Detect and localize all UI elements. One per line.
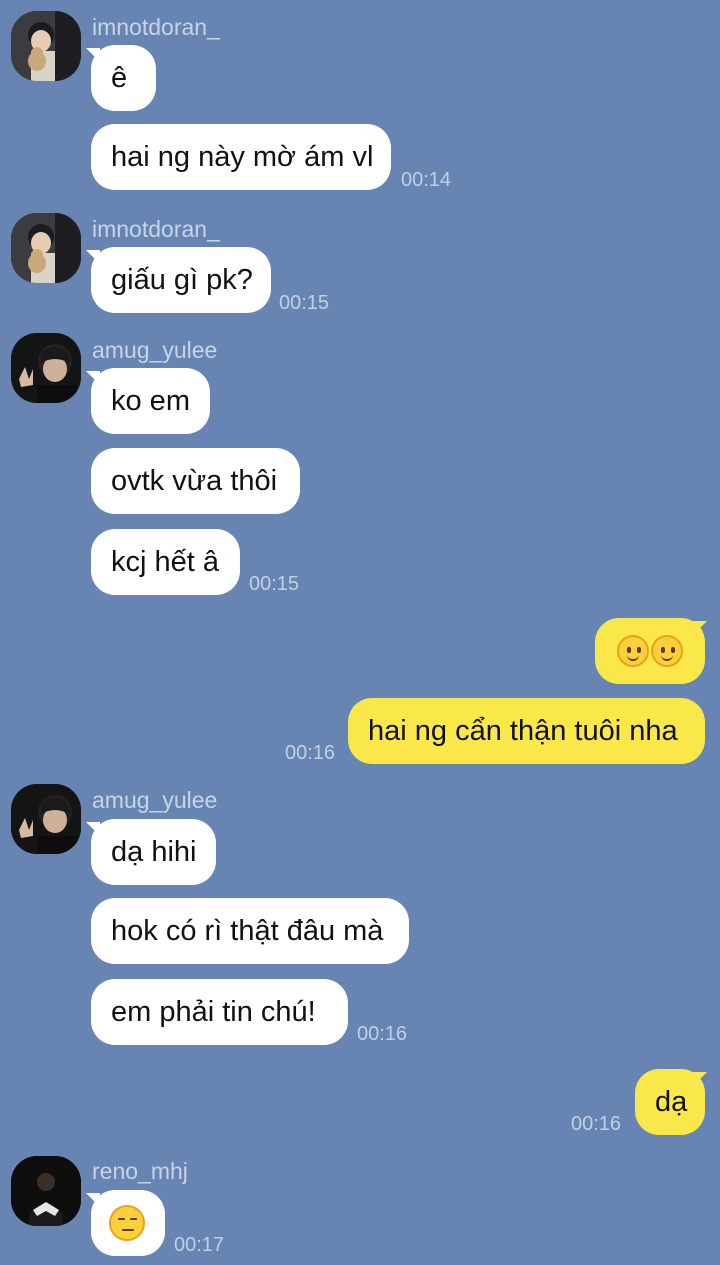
message-bubble[interactable]: ê xyxy=(91,45,156,111)
message-timestamp: 00:15 xyxy=(249,573,300,595)
unamused-face-icon xyxy=(109,1205,145,1241)
message-bubble[interactable]: ovtk vừa thôi xyxy=(91,448,300,514)
message-bubble[interactable]: dạ hihi xyxy=(91,819,216,885)
message-timestamp: 00:16 xyxy=(571,1113,622,1135)
avatar-imnotdoran[interactable] xyxy=(11,11,81,81)
message-bubble[interactable]: giấu gì pk? xyxy=(91,247,271,313)
sender-name: imnotdoran_ xyxy=(92,216,220,242)
sender-name: amug_yulee xyxy=(92,337,218,363)
avatar-amug-yulee[interactable] xyxy=(11,333,81,403)
smiling-face-icon xyxy=(617,635,649,667)
message-timestamp: 00:15 xyxy=(279,292,330,314)
message-bubble[interactable]: dạ xyxy=(635,1069,705,1135)
message-bubble-emoji[interactable] xyxy=(595,618,705,684)
message-bubble[interactable]: hai ng cẩn thận tuôi nha xyxy=(348,698,705,764)
message-timestamp: 00:17 xyxy=(174,1234,225,1256)
message-bubble[interactable]: kcj hết â xyxy=(91,529,240,595)
message-timestamp: 00:16 xyxy=(285,742,336,764)
sender-name: reno_mhj xyxy=(92,1158,188,1184)
message-bubble[interactable]: ko em xyxy=(91,368,210,434)
message-timestamp: 00:16 xyxy=(357,1023,408,1045)
message-timestamp: 00:14 xyxy=(401,169,452,191)
avatar-reno-mhj[interactable] xyxy=(11,1156,81,1226)
message-bubble[interactable]: hai ng này mờ ám vl xyxy=(91,124,391,190)
avatar-amug-yulee[interactable] xyxy=(11,784,81,854)
message-bubble[interactable]: hok có rì thật đâu mà xyxy=(91,898,409,964)
sender-name: amug_yulee xyxy=(92,787,218,813)
sender-name: imnotdoran_ xyxy=(92,14,220,40)
avatar-imnotdoran[interactable] xyxy=(11,213,81,283)
message-bubble[interactable]: em phải tin chú! xyxy=(91,979,348,1045)
smiling-face-icon xyxy=(651,635,683,667)
message-bubble-emoji[interactable] xyxy=(91,1190,165,1256)
